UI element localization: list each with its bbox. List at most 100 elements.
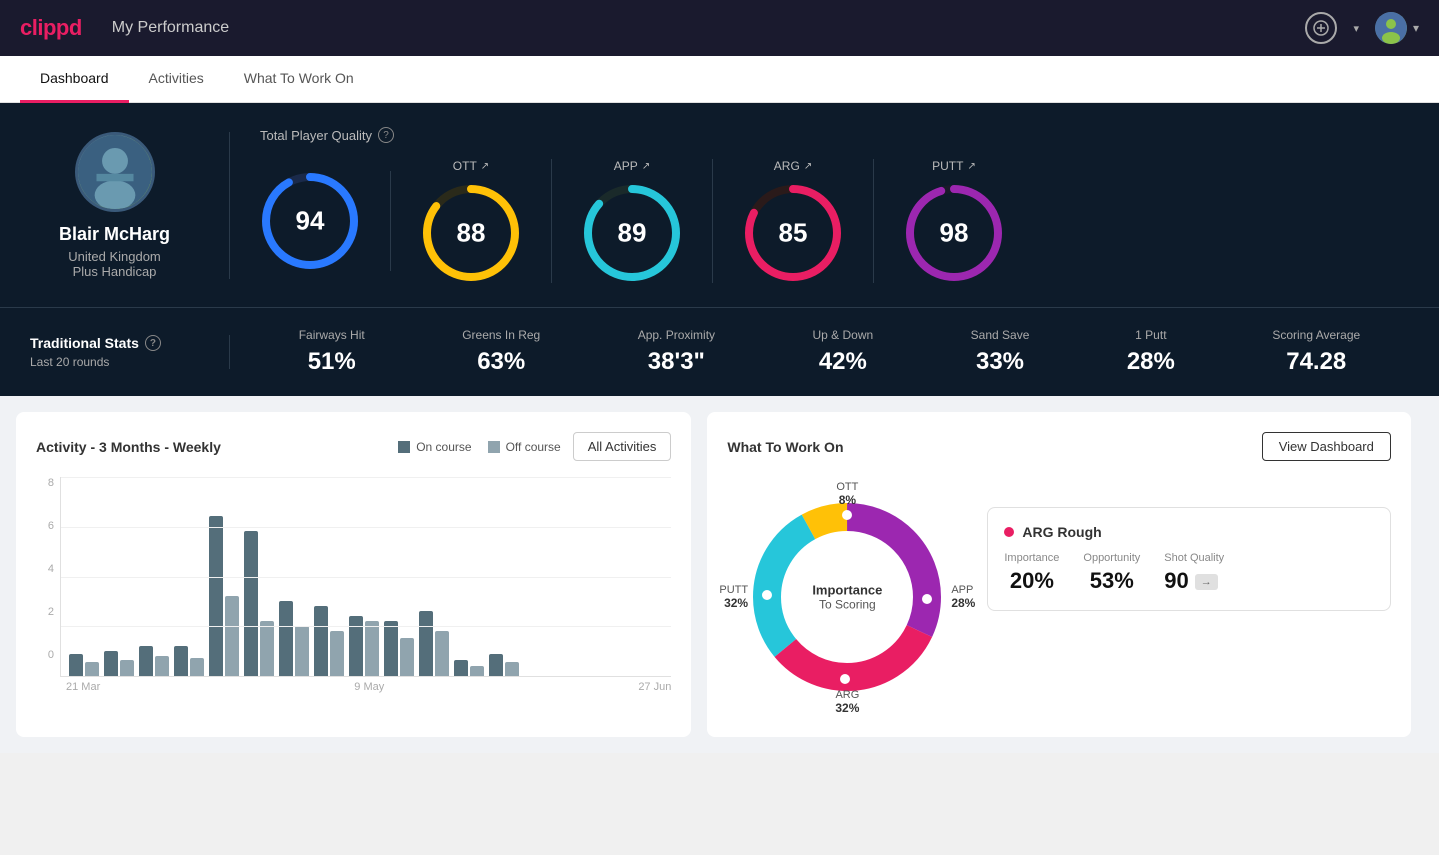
bar-group-4 bbox=[209, 516, 239, 676]
chart-title: Activity - 3 Months - Weekly bbox=[36, 439, 221, 455]
bar-group-3 bbox=[174, 646, 204, 676]
chart-with-y: 8 6 4 2 0 bbox=[36, 477, 671, 677]
bar-dark-7 bbox=[314, 606, 328, 676]
tab-activities[interactable]: Activities bbox=[129, 56, 224, 103]
stat-oneputt: 1 Putt 28% bbox=[1127, 328, 1175, 376]
stats-subtitle: Last 20 rounds bbox=[30, 355, 209, 369]
score-app: APP ↗ 89 bbox=[552, 159, 713, 283]
bar-dark-9 bbox=[384, 621, 398, 676]
bar-dark-5 bbox=[244, 531, 258, 676]
legend-on-course: On course bbox=[398, 440, 471, 454]
ott-arrow: ↗ bbox=[481, 161, 489, 172]
arg-arrow: ↗ bbox=[804, 161, 812, 172]
all-activities-button[interactable]: All Activities bbox=[573, 432, 672, 461]
add-chevron: ▾ bbox=[1353, 22, 1359, 35]
x-axis: 21 Mar 9 May 27 Jun bbox=[36, 681, 671, 693]
work-on-header: What To Work On View Dashboard bbox=[727, 432, 1391, 461]
x-label-may: 9 May bbox=[354, 681, 384, 693]
ott-circle: 88 bbox=[421, 183, 521, 283]
ott-label: OTT ↗ bbox=[453, 159, 489, 173]
bar-dark-4 bbox=[209, 516, 223, 676]
putt-circle: 98 bbox=[904, 183, 1004, 283]
recommendation-metrics: Importance 20% Opportunity 53% Shot Qual… bbox=[1004, 552, 1374, 594]
bar-dark-12 bbox=[489, 654, 503, 676]
bar-light-5 bbox=[260, 621, 274, 676]
avatar bbox=[1375, 12, 1407, 44]
bar-light-12 bbox=[505, 662, 519, 676]
bar-light-6 bbox=[295, 626, 309, 676]
stat-sandsave: Sand Save 33% bbox=[971, 328, 1030, 376]
stat-scoring: Scoring Average 74.28 bbox=[1272, 328, 1360, 376]
recommendation-title: ARG Rough bbox=[1004, 524, 1374, 540]
score-ott: OTT ↗ 88 bbox=[391, 159, 552, 283]
arg-segment-label: ARG 32% bbox=[835, 689, 859, 715]
x-label-jun: 27 Jun bbox=[638, 681, 671, 693]
hero-section: Blair McHarg United Kingdom Plus Handica… bbox=[0, 103, 1439, 307]
donut-section: Importance To Scoring OTT 8% APP 28% ARG… bbox=[727, 477, 1391, 717]
avatar-chevron: ▾ bbox=[1413, 21, 1419, 35]
stats-help[interactable]: ? bbox=[145, 335, 161, 351]
legend-off-course: Off course bbox=[488, 440, 561, 454]
on-course-dot bbox=[398, 441, 410, 453]
arg-label: ARG ↗ bbox=[774, 159, 812, 173]
main-content: Activity - 3 Months - Weekly On course O… bbox=[0, 396, 1439, 753]
pink-indicator bbox=[1004, 527, 1014, 537]
tab-bar: Dashboard Activities What To Work On bbox=[0, 56, 1439, 103]
tab-what-to-work-on[interactable]: What To Work On bbox=[224, 56, 374, 103]
tab-dashboard[interactable]: Dashboard bbox=[20, 56, 129, 103]
user-avatar-button[interactable]: ▾ bbox=[1375, 12, 1419, 44]
stats-numbers: Fairways Hit 51% Greens In Reg 63% App. … bbox=[230, 328, 1409, 376]
bar-dark-11 bbox=[454, 660, 468, 676]
metric-importance: Importance 20% bbox=[1004, 552, 1059, 594]
grid-line-4 bbox=[61, 577, 671, 578]
stat-proximity: App. Proximity 38'3" bbox=[638, 328, 715, 376]
ott-segment-label: OTT 8% bbox=[836, 481, 858, 507]
donut-chart: Importance To Scoring OTT 8% APP 28% ARG… bbox=[727, 477, 967, 717]
bar-group-1 bbox=[104, 651, 134, 676]
stat-updown: Up & Down 42% bbox=[813, 328, 874, 376]
grid-line-6 bbox=[61, 527, 671, 528]
app-arrow: ↗ bbox=[642, 161, 650, 172]
score-putt: PUTT ↗ 98 bbox=[874, 159, 1034, 283]
add-button[interactable] bbox=[1305, 12, 1337, 44]
app-segment-label: APP 28% bbox=[951, 584, 975, 610]
nav-title: My Performance bbox=[112, 19, 229, 37]
player-avatar bbox=[75, 132, 155, 212]
bar-light-8 bbox=[365, 621, 379, 676]
bar-light-4 bbox=[225, 596, 239, 676]
app-label: APP ↗ bbox=[614, 159, 650, 173]
chart-bars bbox=[60, 477, 671, 677]
bar-dark-6 bbox=[279, 601, 293, 676]
donut-center-line1: Importance bbox=[812, 583, 882, 598]
bar-light-2 bbox=[155, 656, 169, 676]
shot-quality-badge: → bbox=[1195, 574, 1218, 590]
grid-line-8 bbox=[61, 477, 671, 478]
putt-arrow: ↗ bbox=[967, 161, 975, 172]
total-value: 94 bbox=[296, 206, 325, 237]
arg-value: 85 bbox=[779, 218, 808, 249]
off-course-dot bbox=[488, 441, 500, 453]
bar-dark-3 bbox=[174, 646, 188, 676]
bar-light-7 bbox=[330, 631, 344, 676]
top-nav: clippd My Performance ▾ ▾ bbox=[0, 0, 1439, 56]
work-on-title: What To Work On bbox=[727, 439, 843, 455]
player-info: Blair McHarg United Kingdom Plus Handica… bbox=[30, 132, 230, 279]
bar-light-9 bbox=[400, 638, 414, 676]
scores-section: Total Player Quality ? 94 OTT ↗ bbox=[230, 127, 1409, 283]
score-total: 94 bbox=[260, 171, 391, 271]
view-dashboard-button[interactable]: View Dashboard bbox=[1262, 432, 1391, 461]
bar-light-10 bbox=[435, 631, 449, 676]
x-label-mar: 21 Mar bbox=[66, 681, 100, 693]
bar-group-6 bbox=[279, 601, 309, 676]
stat-greens: Greens In Reg 63% bbox=[462, 328, 540, 376]
chart-area: 8 6 4 2 0 bbox=[36, 477, 671, 697]
putt-label: PUTT ↗ bbox=[932, 159, 976, 173]
score-circles: 94 OTT ↗ 88 AP bbox=[260, 159, 1409, 283]
metric-opportunity: Opportunity 53% bbox=[1083, 552, 1140, 594]
bar-group-10 bbox=[419, 611, 449, 676]
bar-light-0 bbox=[85, 662, 99, 676]
player-country: United Kingdom bbox=[68, 249, 161, 264]
bar-group-0 bbox=[69, 654, 99, 676]
stats-label: Traditional Stats ? Last 20 rounds bbox=[30, 335, 230, 369]
total-quality-help[interactable]: ? bbox=[378, 127, 394, 143]
